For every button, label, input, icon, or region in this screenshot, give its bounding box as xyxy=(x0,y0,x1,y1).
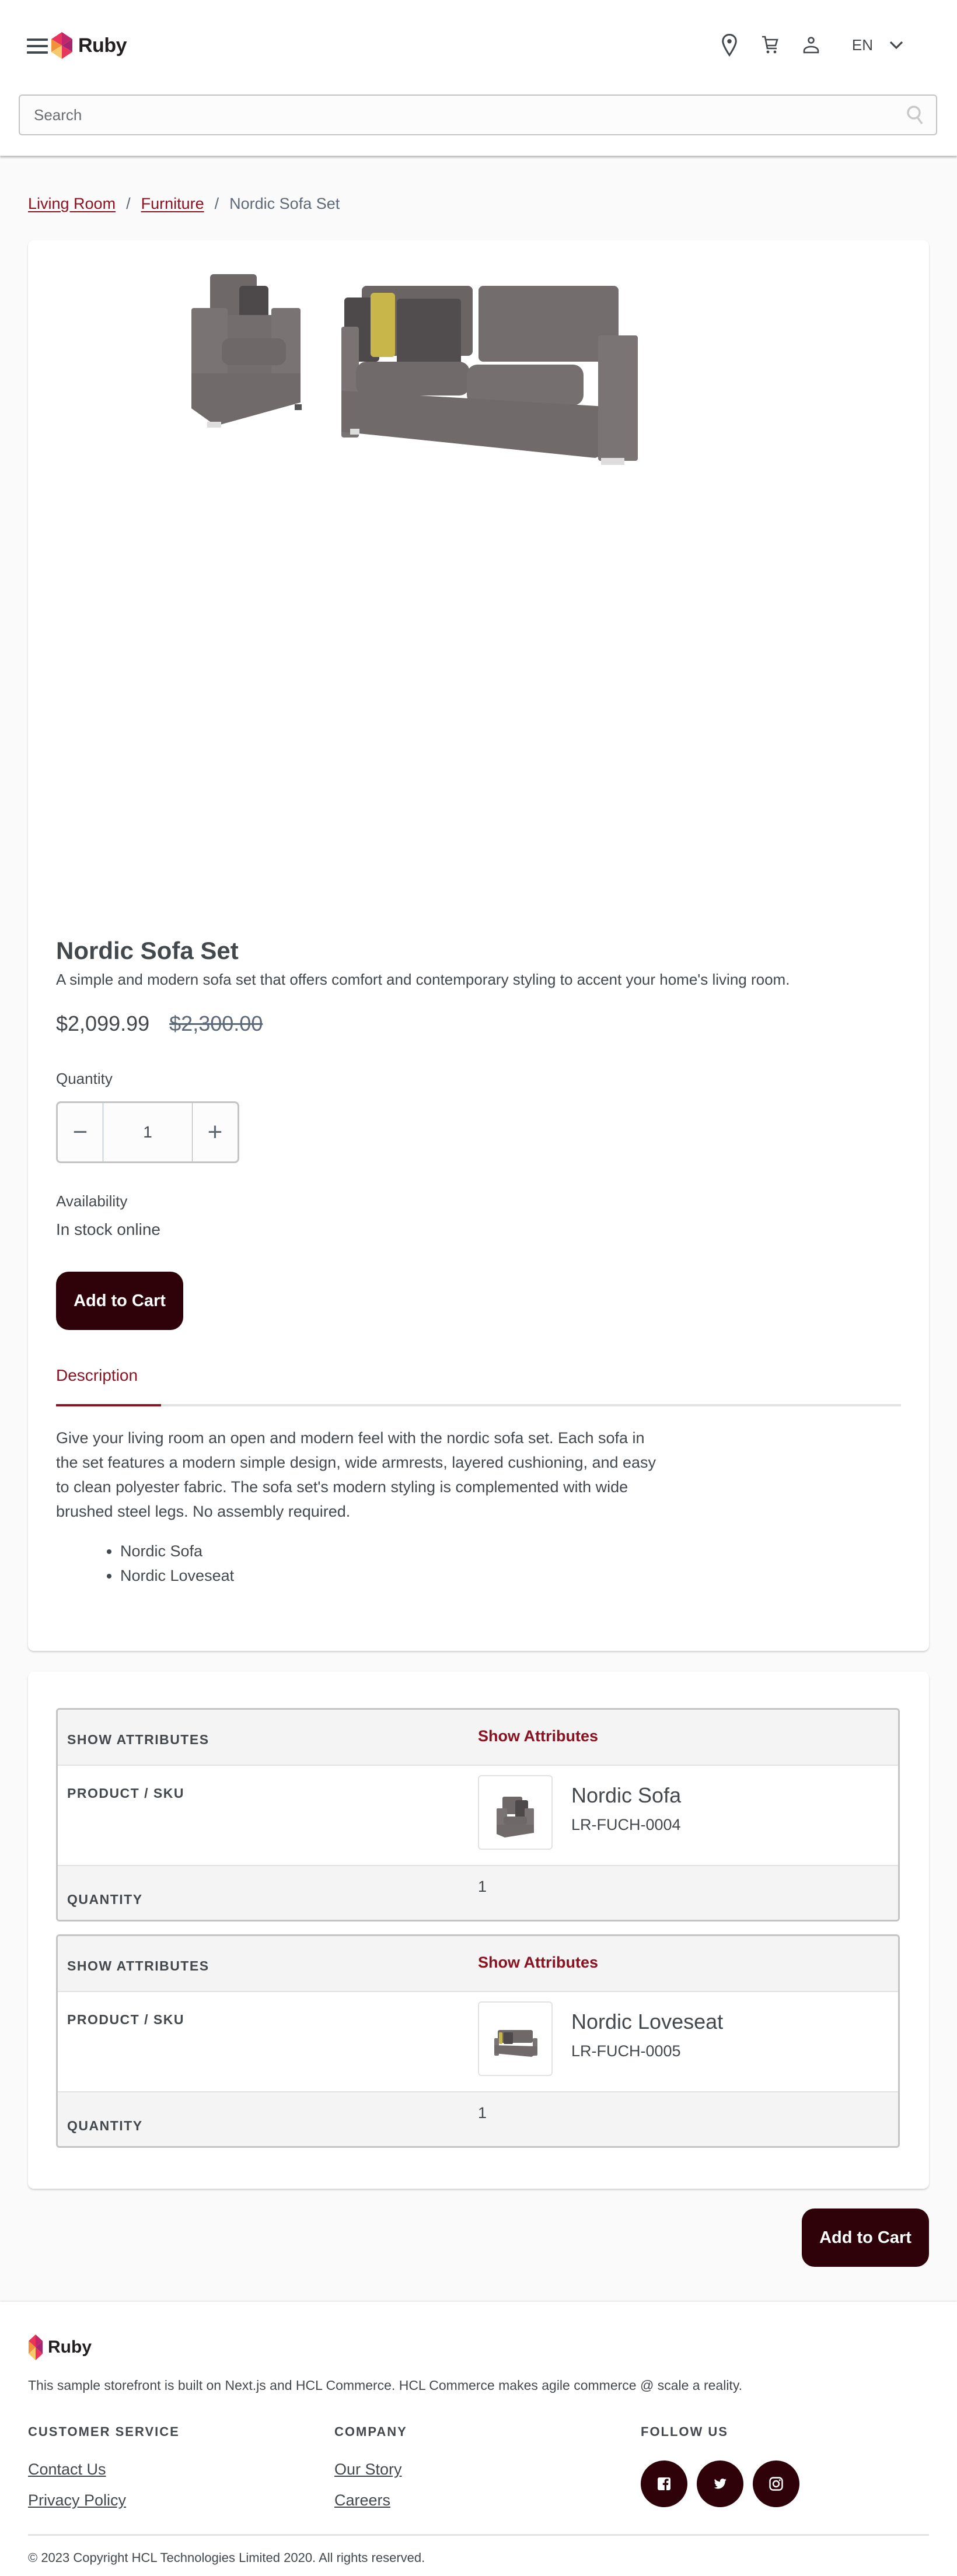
list-item: Nordic Sofa xyxy=(120,1539,234,1563)
location-icon[interactable] xyxy=(717,32,742,58)
quantity-header: QUANTITY xyxy=(67,1892,143,1907)
offer-price: $2,099.99 xyxy=(56,1012,150,1035)
copyright-text: © 2023 Copyright HCL Technologies Limite… xyxy=(28,2550,425,2565)
product-thumbnail[interactable] xyxy=(478,2001,553,2076)
cart-icon[interactable] xyxy=(757,32,783,58)
quantity-input[interactable] xyxy=(103,1103,193,1161)
tab-indicator xyxy=(56,1404,901,1406)
increment-button[interactable]: + xyxy=(193,1103,237,1161)
ruby-logo-icon xyxy=(51,32,72,59)
decrement-button[interactable]: − xyxy=(58,1103,103,1161)
attributes-header: SHOW ATTRIBUTES xyxy=(67,1732,209,1747)
add-to-cart-button[interactable]: Add to Cart xyxy=(56,1272,183,1330)
twitter-icon xyxy=(714,2479,727,2489)
breadcrumb-separator: / xyxy=(126,195,131,212)
availability-status: In stock online xyxy=(56,1220,160,1238)
product-long-description: Give your living room an open and modern… xyxy=(56,1429,656,1520)
product-image xyxy=(191,274,638,465)
show-attributes-link[interactable]: Show Attributes xyxy=(478,1710,898,1765)
product-sku-header: PRODUCT / SKU xyxy=(67,1786,184,1801)
brand-name: Ruby xyxy=(78,34,127,57)
breadcrumb-current: Nordic Sofa Set xyxy=(229,195,340,212)
instagram-button[interactable] xyxy=(753,2460,799,2507)
product-short-description: A simple and modern sofa set that offers… xyxy=(56,971,790,988)
menu-icon[interactable] xyxy=(27,38,48,54)
component-quantity: 1 xyxy=(478,1878,487,1895)
brand-logo[interactable]: Ruby xyxy=(50,32,127,59)
availability-label: Availability xyxy=(56,1192,128,1210)
attributes-header: SHOW ATTRIBUTES xyxy=(67,1958,209,1973)
breadcrumb: Living Room / Furniture / Nordic Sofa Se… xyxy=(28,195,340,213)
our-story-link[interactable]: Our Story xyxy=(334,2460,407,2479)
component-sku: LR-FUCH-0005 xyxy=(571,2042,681,2060)
component-table: SHOW ATTRIBUTES Show Attributes PRODUCT … xyxy=(56,1934,900,2148)
footer-column-title: CUSTOMER SERVICE xyxy=(28,2424,180,2439)
component-quantity: 1 xyxy=(478,2104,487,2122)
footer-divider xyxy=(28,2534,929,2536)
privacy-policy-link[interactable]: Privacy Policy xyxy=(28,2491,180,2510)
footer-company: COMPANY Our Story Careers xyxy=(334,2424,407,2522)
site-header: Ruby EN xyxy=(0,0,957,156)
footer-follow-us: FOLLOW US xyxy=(641,2424,799,2507)
bundle-components-card: SHOW ATTRIBUTES Show Attributes PRODUCT … xyxy=(28,1672,929,2189)
product-sku-header: PRODUCT / SKU xyxy=(67,2012,184,2027)
quantity-stepper: − + xyxy=(56,1101,239,1163)
search-bar xyxy=(19,94,937,135)
footer-column-title: FOLLOW US xyxy=(641,2424,728,2439)
product-thumbnail[interactable] xyxy=(478,1775,553,1850)
list-price: $2,300.00 xyxy=(169,1012,263,1035)
table-row: QUANTITY 1 xyxy=(58,1866,898,1920)
twitter-button[interactable] xyxy=(697,2460,743,2507)
search-icon[interactable] xyxy=(903,102,929,128)
breadcrumb-living-room[interactable]: Living Room xyxy=(28,195,116,213)
language-label: EN xyxy=(851,36,873,54)
footer-column-title: COMPANY xyxy=(334,2424,407,2439)
breadcrumb-separator: / xyxy=(214,195,219,212)
search-input[interactable] xyxy=(20,106,903,124)
armchair-image xyxy=(191,274,302,428)
account-icon[interactable] xyxy=(798,32,824,58)
table-row: SHOW ATTRIBUTES Show Attributes xyxy=(58,1936,898,1992)
facebook-button[interactable] xyxy=(641,2460,687,2507)
tab-description[interactable]: Description xyxy=(56,1366,138,1385)
chevron-down-icon xyxy=(889,41,903,50)
component-name: Nordic Sofa xyxy=(571,1783,682,1807)
ruby-logo-icon xyxy=(29,2334,43,2360)
product-title: Nordic Sofa Set xyxy=(56,937,239,964)
contact-us-link[interactable]: Contact Us xyxy=(28,2460,180,2479)
loveseat-image xyxy=(341,286,638,465)
table-row: QUANTITY 1 xyxy=(58,2092,898,2146)
included-items-list: Nordic Sofa Nordic Loveseat xyxy=(64,1539,234,1588)
language-selector[interactable]: EN xyxy=(852,36,904,54)
footer-brand-name: Ruby xyxy=(48,2337,92,2357)
site-footer: Ruby This sample storefront is built on … xyxy=(0,2302,957,2576)
facebook-icon xyxy=(658,2477,670,2490)
quantity-label: Quantity xyxy=(56,1070,113,1087)
footer-customer-service: CUSTOMER SERVICE Contact Us Privacy Poli… xyxy=(28,2424,180,2522)
show-attributes-link[interactable]: Show Attributes xyxy=(478,1936,898,1991)
table-row: SHOW ATTRIBUTES Show Attributes xyxy=(58,1710,898,1766)
breadcrumb-furniture[interactable]: Furniture xyxy=(141,195,204,213)
table-row: PRODUCT / SKU Nordic Sofa LR-FUCH-0004 xyxy=(58,1766,898,1866)
quantity-header: QUANTITY xyxy=(67,2118,143,2133)
footer-tagline: This sample storefront is built on Next.… xyxy=(28,2378,743,2393)
component-sku: LR-FUCH-0004 xyxy=(571,1816,681,1833)
component-table: SHOW ATTRIBUTES Show Attributes PRODUCT … xyxy=(56,1708,900,1922)
instagram-icon xyxy=(769,2477,783,2491)
price-block: $2,099.99 $2,300.00 xyxy=(56,1012,263,1036)
table-row: PRODUCT / SKU Nordic Loveseat LR-FUCH-00… xyxy=(58,1992,898,2092)
add-to-cart-bundle-button[interactable]: Add to Cart xyxy=(802,2208,929,2267)
footer-logo[interactable]: Ruby xyxy=(28,2334,92,2360)
component-name: Nordic Loveseat xyxy=(571,2010,724,2034)
list-item: Nordic Loveseat xyxy=(120,1563,234,1588)
careers-link[interactable]: Careers xyxy=(334,2491,407,2510)
armchair-thumbnail-icon xyxy=(497,1797,534,1838)
loveseat-thumbnail-icon xyxy=(494,2030,537,2057)
